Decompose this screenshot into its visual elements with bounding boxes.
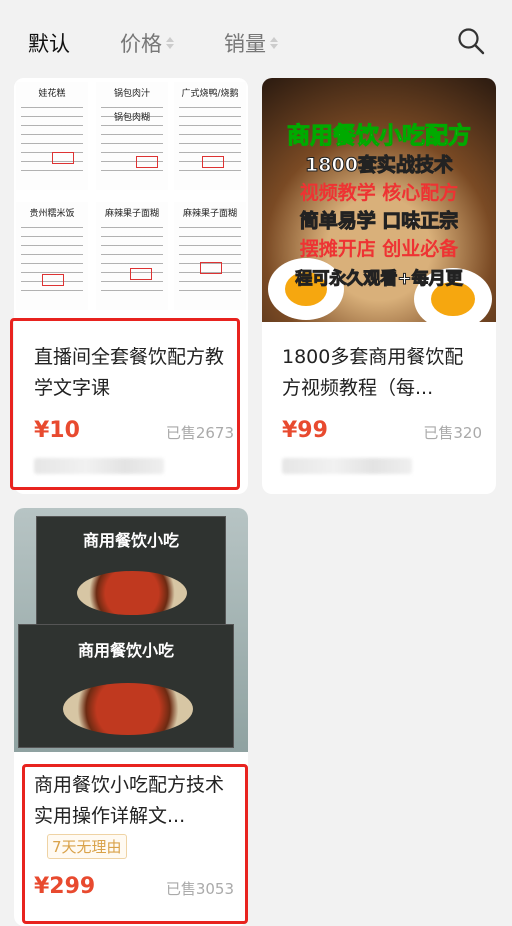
product-price: ¥99 [282,418,328,443]
tab-price-label: 价格 [120,32,162,56]
sheet-title: 锅包肉汁 [113,89,150,99]
ad-line: 程可永久观看+每月更 [295,269,463,290]
book-title: 商用餐饮小吃 [77,641,174,660]
ad-line: 1800套实战技术 [305,154,454,177]
product-title: 商用餐饮小吃配方技术实用操作详解文... [34,774,225,827]
ad-line: 简单易学 口味正宗 [299,210,459,233]
product-card[interactable]: 商用餐饮小吃配方 1800套实战技术 视频教学 核心配方 简单易学 口味正宗 摆… [262,78,496,494]
return-policy-badge: 7天无理由 [47,834,127,859]
book-title: 商用餐饮小吃 [82,531,179,550]
product-thumbnail: 娃花糕 锅包肉汁 广式烧鸭/烧鹅 锅包肉糊 贵州糯米饭 麻辣果子面糊 麻辣果子面… [14,78,248,322]
tab-default[interactable]: 默认 [28,28,70,58]
product-price: ¥10 [34,418,80,443]
product-sold-count: 已售320 [423,424,482,442]
product-title: 1800多套商用餐饮配方视频教程（每... [282,346,464,399]
book-cover: 商用餐饮小吃 [18,624,234,748]
product-sold-count: 已售3053 [165,880,234,898]
tab-sales[interactable]: 销量 [224,28,278,58]
ad-line: 摆摊开店 创业必备 [299,238,459,260]
sheet-title: 锅包肉糊 [113,113,150,123]
sort-bar: 默认 价格 销量 [0,0,512,80]
tab-price[interactable]: 价格 [120,28,174,58]
sheet-title: 贵州糯米饭 [29,209,75,219]
sheet-title: 麻辣果子面糊 [104,209,159,219]
product-title: 直播间全套餐饮配方教学文字课 [34,346,225,399]
tab-sales-label: 销量 [224,32,266,56]
shop-name-blurred [282,458,412,474]
ad-line: 视频教学 核心配方 [299,182,459,204]
book-cover: 商用餐饮小吃 [36,516,226,634]
product-thumbnail: 商用餐饮小吃配方 1800套实战技术 视频教学 核心配方 简单易学 口味正宗 摆… [262,78,496,322]
tab-default-label: 默认 [28,32,70,56]
product-card[interactable]: 娃花糕 锅包肉汁 广式烧鸭/烧鹅 锅包肉糊 贵州糯米饭 麻辣果子面糊 麻辣果子面… [14,78,248,494]
product-sold-count: 已售2673 [165,424,234,442]
product-thumbnail: 商用餐饮小吃 商用餐饮小吃 [14,508,248,752]
sheet-title: 麻辣果子面糊 [182,209,237,219]
sort-arrows-icon [270,37,278,49]
sheet-title: 娃花糕 [38,89,66,99]
shop-name-blurred [34,458,164,474]
sheet-title: 广式烧鸭/烧鹅 [181,89,239,99]
product-price: ¥299 [34,874,96,899]
product-card[interactable]: 商用餐饮小吃 商用餐饮小吃 商用餐饮小吃配方技术实用操作详解文... 7天无理由… [14,508,248,926]
sort-arrows-icon [166,37,174,49]
ad-headline: 商用餐饮小吃配方 [287,123,472,150]
search-icon[interactable] [456,26,486,56]
